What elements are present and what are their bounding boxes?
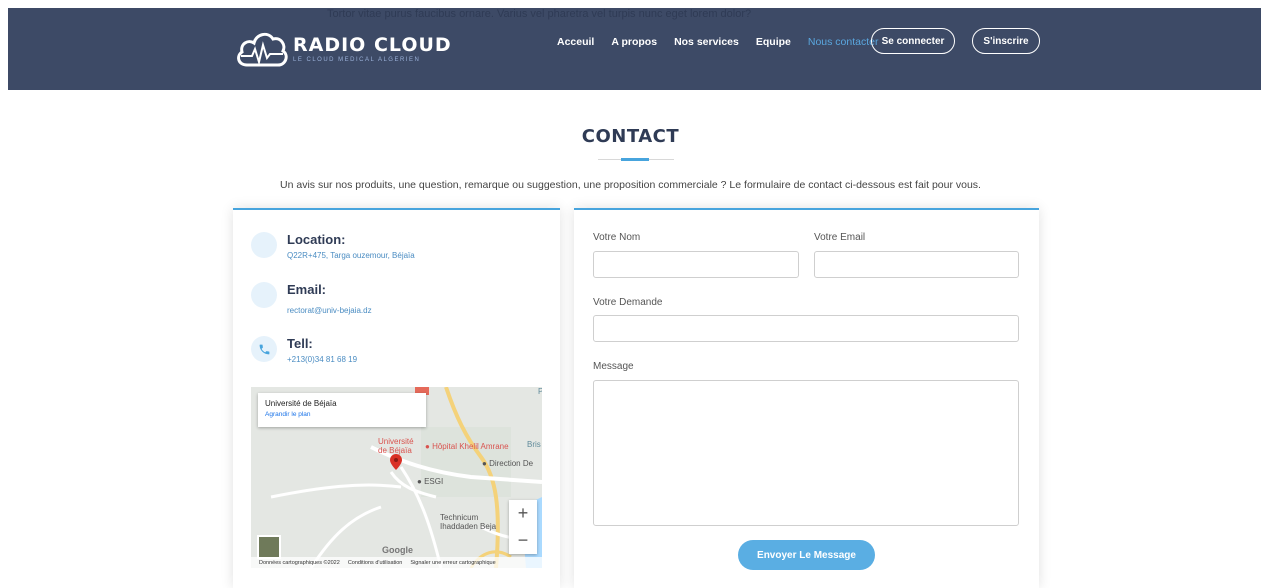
request-input[interactable]: [593, 315, 1019, 342]
tel-value[interactable]: +213(0)34 81 68 19: [287, 355, 357, 364]
send-message-button[interactable]: Envoyer Le Message: [738, 540, 875, 570]
map-label-esgi: ● ESGI: [417, 477, 444, 486]
message-textarea[interactable]: [593, 380, 1019, 526]
email-label: Email:: [287, 282, 327, 297]
cloud-heartbeat-icon: [235, 25, 289, 71]
nav-nous-contacter[interactable]: Nous contacter: [808, 36, 879, 48]
zoom-out-button[interactable]: −: [509, 527, 537, 554]
nav-nos-services[interactable]: Nos services: [674, 36, 739, 48]
google-logo: Google: [382, 545, 413, 555]
map-label-university: Université de Béjaïa: [378, 437, 414, 455]
contact-intro: Un avis sur nos produits, une question, …: [280, 179, 981, 191]
site-logo[interactable]: RADIO CLOUD LE CLOUD MEDICAL ALGERIEN: [235, 25, 452, 71]
page-title: CONTACT: [581, 126, 680, 147]
map-report-link[interactable]: Signaler une erreur cartographique: [410, 560, 495, 566]
logo-title: RADIO CLOUD: [293, 33, 452, 56]
nav-a-propos[interactable]: A propos: [611, 36, 657, 48]
email-value[interactable]: rectorat@univ-bejaia.dz: [287, 306, 372, 315]
map-data-credit: Données cartographiques ©2022: [259, 559, 340, 566]
map-zoom-controls: + −: [509, 500, 537, 554]
map-label-direction: ● Direction De: [482, 459, 534, 468]
tel-label: Tell:: [287, 336, 313, 351]
map-footer: Données cartographiques ©2022 Conditions…: [251, 557, 542, 568]
signup-button[interactable]: S'inscrire: [972, 28, 1040, 54]
nav-acceuil[interactable]: Acceuil: [557, 36, 594, 48]
contact-info-card: Location: Q22R+475, Targa ouzemour, Béja…: [233, 208, 560, 588]
map-label-bris: Bris: [527, 440, 541, 449]
header-background-text: Tortor vitae purus faucibus ornare. Vari…: [327, 8, 752, 20]
location-icon: [251, 232, 277, 258]
email-input[interactable]: [814, 251, 1019, 278]
main-nav: Acceuil A propos Nos services Equipe Nou…: [557, 36, 896, 48]
map-label-technicum: Technicum Ihaddaden Beja: [440, 513, 497, 531]
map-terms-link[interactable]: Conditions d'utilisation: [348, 560, 403, 566]
zoom-in-button[interactable]: +: [509, 500, 537, 527]
map-place-title: Université de Béjaïa: [265, 399, 337, 408]
logo-subtitle: LE CLOUD MEDICAL ALGERIEN: [293, 56, 421, 63]
name-input[interactable]: [593, 251, 799, 278]
info-location: Location: Q22R+475, Targa ouzemour, Béja…: [251, 232, 415, 260]
request-label: Votre Demande: [593, 297, 663, 308]
location-label: Location:: [287, 232, 346, 247]
info-email: Email: rectorat@univ-bejaia.dz: [251, 282, 372, 315]
location-value: Q22R+475, Targa ouzemour, Béjaïa: [287, 251, 415, 260]
login-button[interactable]: Se connecter: [871, 28, 955, 54]
name-label: Votre Nom: [593, 232, 641, 243]
map-label-p: P: [538, 387, 542, 396]
map-label-hospital: ● Hôpital Khelil Amrane: [425, 442, 509, 451]
info-tel: Tell: +213(0)34 81 68 19: [251, 336, 357, 364]
map-enlarge-link[interactable]: Agrandir le plan: [265, 411, 419, 418]
google-map[interactable]: Université de Béjaïa Agrandir le plan Un…: [251, 387, 542, 568]
top-header: [8, 8, 1261, 90]
nav-equipe[interactable]: Equipe: [756, 36, 791, 48]
map-place-card: Université de Béjaïa Agrandir le plan: [258, 393, 426, 427]
contact-form-card: Votre Nom Votre Email Votre Demande Mess…: [574, 208, 1039, 588]
title-divider-accent: [621, 158, 649, 161]
email-field-label: Votre Email: [814, 232, 866, 243]
message-label: Message: [593, 361, 634, 372]
email-icon: [251, 282, 277, 308]
satellite-toggle[interactable]: [257, 535, 281, 559]
map-marker-icon[interactable]: [390, 454, 402, 470]
phone-icon: [251, 336, 277, 362]
